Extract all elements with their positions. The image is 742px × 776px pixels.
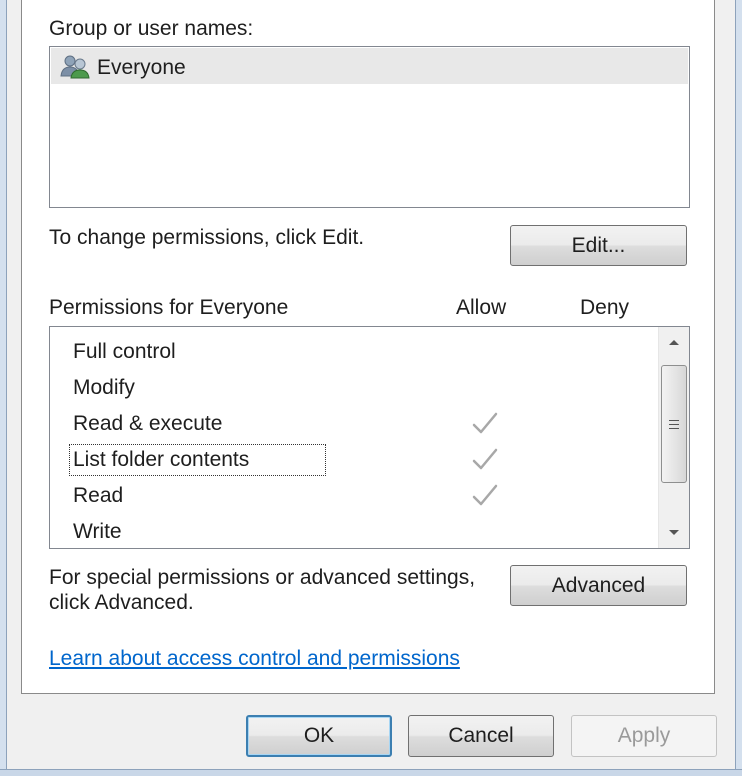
permission-name-focused: List folder contents — [68, 444, 327, 476]
ok-button[interactable]: OK — [246, 715, 392, 757]
permissions-header-label: Permissions for Everyone — [49, 296, 289, 319]
allow-column-header: Allow — [456, 296, 507, 319]
permissions-scrollbar[interactable] — [658, 327, 689, 548]
list-item-label: Everyone — [97, 56, 186, 79]
edit-button[interactable]: Edit... — [510, 225, 687, 266]
advanced-button[interactable]: Advanced — [510, 565, 687, 606]
advanced-text-line1: For special permissions or advanced sett… — [49, 566, 476, 589]
deny-column-header: Deny — [580, 296, 630, 319]
scrollbar-grip-icon — [669, 419, 679, 429]
advanced-text-line2: click Advanced. — [49, 591, 194, 614]
allow-check-icon — [472, 448, 498, 470]
allow-check-icon — [472, 484, 498, 506]
scroll-down-arrow-icon[interactable] — [659, 518, 689, 548]
list-item-everyone[interactable]: Everyone — [51, 48, 688, 84]
permission-name: Full control — [73, 340, 176, 363]
permission-name: Write — [73, 520, 122, 543]
permission-row-read: Read — [50, 478, 655, 514]
permission-row-write: Write — [50, 514, 655, 548]
learn-access-control-link[interactable]: Learn about access control and permissio… — [49, 647, 460, 671]
change-permissions-text: To change permissions, click Edit. — [49, 226, 365, 249]
allow-check-icon — [472, 412, 498, 434]
apply-button[interactable]: Apply — [571, 715, 717, 757]
cancel-button[interactable]: Cancel — [408, 715, 554, 757]
permission-row-list-folder-contents: List folder contents — [50, 442, 655, 478]
user-group-icon — [60, 55, 90, 79]
permission-name: Read & execute — [73, 412, 223, 435]
permission-row-full-control: Full control — [50, 334, 655, 370]
group-names-listbox[interactable]: Everyone — [49, 46, 690, 208]
permission-row-read-execute: Read & execute — [50, 406, 655, 442]
permission-row-modify: Modify — [50, 370, 655, 406]
permission-name: Modify — [73, 376, 135, 399]
permission-name: Read — [73, 484, 124, 507]
window-frame-right — [735, 0, 742, 776]
window-frame-left — [0, 0, 7, 776]
scrollbar-thumb[interactable] — [661, 365, 687, 483]
scroll-up-arrow-icon[interactable] — [659, 327, 689, 357]
group-names-label: Group or user names: — [49, 17, 254, 40]
permissions-list: Full control Modify Read & execute List … — [49, 326, 690, 549]
window-frame-bottom — [0, 769, 742, 776]
